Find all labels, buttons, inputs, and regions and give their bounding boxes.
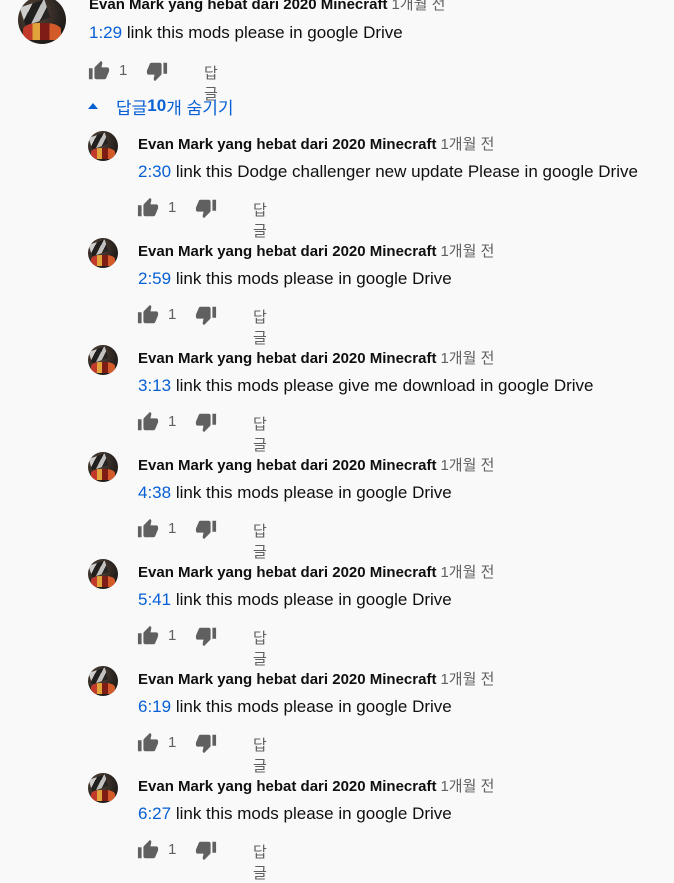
- timestamp-link[interactable]: 3:13: [138, 376, 171, 395]
- comment-body: link this mods please in google Drive: [171, 590, 452, 609]
- author-name[interactable]: Evan Mark yang hebat dari 2020 Minecraft: [138, 671, 436, 688]
- reply-button[interactable]: 답글: [253, 199, 267, 241]
- comment-body: link this mods please in google Drive: [122, 23, 403, 42]
- hide-replies-suffix: 개 숨기기: [166, 98, 234, 118]
- comment-header: Evan Mark yang hebat dari 2020 Minecraft…: [89, 0, 445, 14]
- author-name[interactable]: Evan Mark yang hebat dari 2020 Minecraft: [89, 0, 387, 13]
- caret-up-icon: [88, 103, 98, 109]
- comment-text: 6:27 link this mods please in google Dri…: [138, 804, 452, 824]
- comment-body: link this Dodge challenger new update Pl…: [171, 162, 638, 181]
- avatar[interactable]: [88, 131, 118, 161]
- thumb-down-icon[interactable]: [195, 411, 219, 435]
- avatar[interactable]: [88, 559, 118, 589]
- thumb-down-icon[interactable]: [195, 732, 219, 756]
- comment-body: link this mods please in google Drive: [171, 269, 452, 288]
- comment-text: 1:29 link this mods please in google Dri…: [89, 23, 403, 43]
- like-count: 1: [168, 199, 177, 216]
- avatar[interactable]: [88, 238, 118, 268]
- comment-time[interactable]: 1개월 전: [440, 136, 494, 153]
- comment-header: Evan Mark yang hebat dari 2020 Minecraft…: [138, 561, 494, 582]
- timestamp-link[interactable]: 1:29: [89, 23, 122, 42]
- timestamp-link[interactable]: 2:30: [138, 162, 171, 181]
- comment-header: Evan Mark yang hebat dari 2020 Minecraft…: [138, 775, 494, 796]
- hide-replies-button[interactable]: 답글 10 개 숨기기: [88, 94, 234, 118]
- hide-replies-prefix: 답글: [116, 98, 148, 118]
- author-name[interactable]: Evan Mark yang hebat dari 2020 Minecraft: [138, 350, 436, 367]
- author-name[interactable]: Evan Mark yang hebat dari 2020 Minecraft: [138, 136, 436, 153]
- like-count: 1: [168, 306, 177, 323]
- comment-time[interactable]: 1개월 전: [440, 778, 494, 795]
- comment-text: 4:38 link this mods please in google Dri…: [138, 483, 452, 503]
- timestamp-link[interactable]: 4:38: [138, 483, 171, 502]
- comment-time[interactable]: 1개월 전: [440, 671, 494, 688]
- comment-header: Evan Mark yang hebat dari 2020 Minecraft…: [138, 240, 494, 261]
- reply-button[interactable]: 답글: [253, 520, 267, 562]
- comment-header: Evan Mark yang hebat dari 2020 Minecraft…: [138, 454, 494, 475]
- timestamp-link[interactable]: 6:27: [138, 804, 171, 823]
- author-name[interactable]: Evan Mark yang hebat dari 2020 Minecraft: [138, 243, 436, 260]
- timestamp-link[interactable]: 2:59: [138, 269, 171, 288]
- author-name[interactable]: Evan Mark yang hebat dari 2020 Minecraft: [138, 457, 436, 474]
- thumb-down-icon[interactable]: [195, 625, 219, 649]
- thumb-up-icon[interactable]: [137, 839, 161, 863]
- thumb-up-icon[interactable]: [88, 60, 112, 84]
- reply-button[interactable]: 답글: [253, 413, 267, 455]
- thumb-down-icon[interactable]: [195, 197, 219, 221]
- comment-body: link this mods please in google Drive: [171, 804, 452, 823]
- thumb-up-icon[interactable]: [137, 518, 161, 542]
- thumb-up-icon[interactable]: [137, 304, 161, 328]
- comment-time[interactable]: 1개월 전: [440, 243, 494, 260]
- avatar[interactable]: [18, 0, 66, 44]
- reply-button[interactable]: 답글: [253, 734, 267, 776]
- comment-header: Evan Mark yang hebat dari 2020 Minecraft…: [138, 668, 494, 689]
- comment-body: link this mods please give me download i…: [171, 376, 594, 395]
- comment-time[interactable]: 1개월 전: [391, 0, 445, 13]
- comment-time[interactable]: 1개월 전: [440, 564, 494, 581]
- reply-button[interactable]: 답글: [253, 627, 267, 669]
- comment-header: Evan Mark yang hebat dari 2020 Minecraft…: [138, 347, 494, 368]
- like-count: 1: [168, 627, 177, 644]
- author-name[interactable]: Evan Mark yang hebat dari 2020 Minecraft: [138, 564, 436, 581]
- thumb-up-icon[interactable]: [137, 411, 161, 435]
- comment-time[interactable]: 1개월 전: [440, 457, 494, 474]
- reply-count: 10: [147, 96, 167, 115]
- avatar[interactable]: [88, 452, 118, 482]
- comment-text: 2:59 link this mods please in google Dri…: [138, 269, 452, 289]
- timestamp-link[interactable]: 6:19: [138, 697, 171, 716]
- reply-button[interactable]: 답글: [253, 306, 267, 348]
- like-count: 1: [168, 413, 177, 430]
- like-count: 1: [119, 62, 128, 79]
- thumb-down-icon[interactable]: [195, 518, 219, 542]
- like-count: 1: [168, 841, 177, 858]
- comment-header: Evan Mark yang hebat dari 2020 Minecraft…: [138, 133, 494, 154]
- reply-button[interactable]: 답글: [253, 841, 267, 883]
- thumb-up-icon[interactable]: [137, 625, 161, 649]
- comment-text: 2:30 link this Dodge challenger new upda…: [138, 162, 638, 182]
- comment-text: 5:41 link this mods please in google Dri…: [138, 590, 452, 610]
- like-count: 1: [168, 520, 177, 537]
- comment-time[interactable]: 1개월 전: [440, 350, 494, 367]
- comment-text: 6:19 link this mods please in google Dri…: [138, 697, 452, 717]
- avatar[interactable]: [88, 666, 118, 696]
- timestamp-link[interactable]: 5:41: [138, 590, 171, 609]
- comment-body: link this mods please in google Drive: [171, 483, 452, 502]
- thumb-up-icon[interactable]: [137, 732, 161, 756]
- avatar[interactable]: [88, 345, 118, 375]
- thumb-down-icon[interactable]: [146, 60, 170, 84]
- thumb-up-icon[interactable]: [137, 197, 161, 221]
- comment-text: 3:13 link this mods please give me downl…: [138, 376, 594, 396]
- thumb-down-icon[interactable]: [195, 304, 219, 328]
- thumb-down-icon[interactable]: [195, 839, 219, 863]
- avatar[interactable]: [88, 773, 118, 803]
- comment-body: link this mods please in google Drive: [171, 697, 452, 716]
- like-count: 1: [168, 734, 177, 751]
- author-name[interactable]: Evan Mark yang hebat dari 2020 Minecraft: [138, 778, 436, 795]
